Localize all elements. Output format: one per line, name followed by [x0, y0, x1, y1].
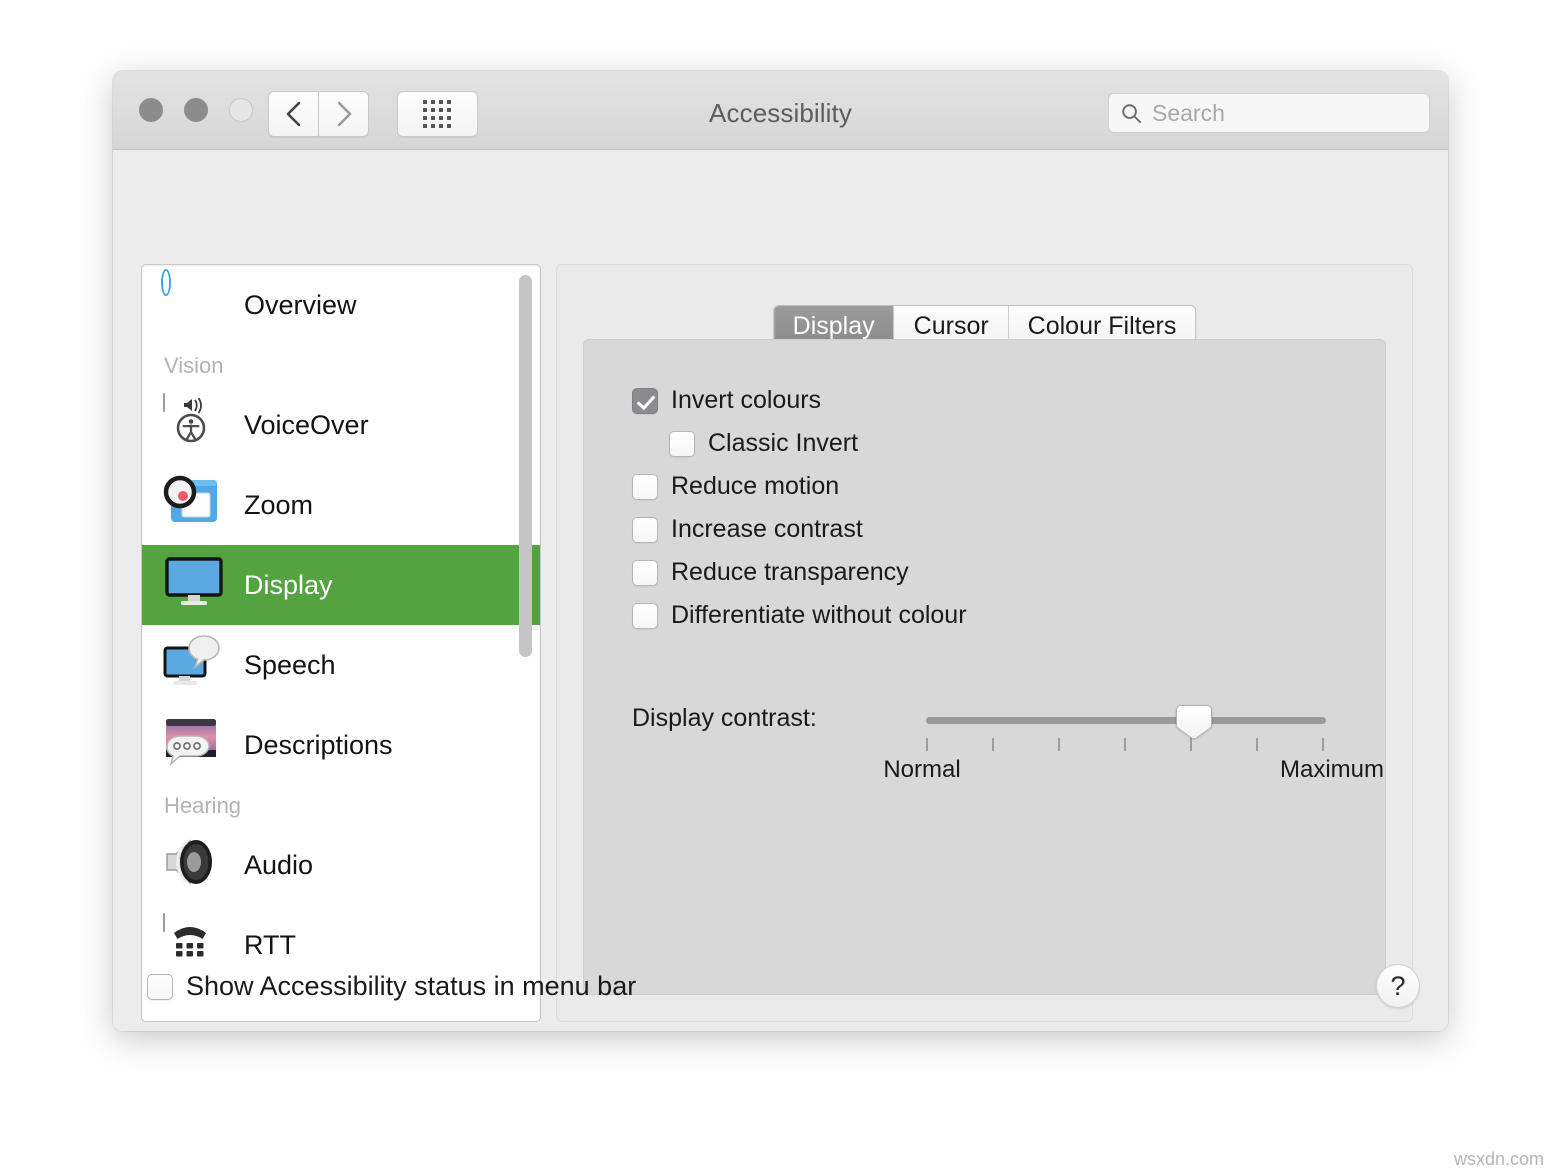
checkbox-classic-invert[interactable]: Classic Invert	[669, 429, 967, 458]
sidebar-scrollbar[interactable]	[517, 271, 534, 1015]
slider-track[interactable]	[926, 717, 1326, 724]
checkbox-box[interactable]	[632, 388, 658, 414]
watermark: wsxdn.com	[1454, 1149, 1544, 1170]
sidebar-item-label: Speech	[244, 650, 336, 681]
zoom-magnifier-icon	[163, 474, 225, 536]
slider-tick-marks	[926, 738, 1326, 752]
slider-max-label: Maximum	[1252, 756, 1412, 784]
speaker-icon	[163, 834, 225, 896]
display-contrast-label: Display contrast:	[632, 704, 817, 733]
sidebar-item-speech[interactable]: Speech	[142, 625, 540, 705]
checkbox-box[interactable]	[632, 603, 658, 629]
voiceover-speaker-icon	[163, 394, 225, 456]
window-content: Overview Vision	[113, 150, 1448, 1031]
checkbox-reduce-transparency[interactable]: Reduce transparency	[632, 558, 967, 587]
sidebar-item-zoom[interactable]: Zoom	[142, 465, 540, 545]
checkbox-box[interactable]	[669, 431, 695, 457]
speech-bubble-monitor-icon	[163, 634, 225, 696]
checkbox-show-accessibility-status[interactable]: Show Accessibility status in menu bar	[147, 971, 636, 1002]
sidebar-item-label: Overview	[244, 290, 357, 321]
sidebar-item-label: Display	[244, 570, 333, 601]
sidebar-item-audio[interactable]: Audio	[142, 825, 540, 905]
checkbox-label: Classic Invert	[708, 429, 858, 458]
slider-thumb[interactable]	[904, 702, 938, 742]
sidebar-item-label: VoiceOver	[244, 410, 369, 441]
checkbox-reduce-motion[interactable]: Reduce motion	[632, 472, 967, 501]
sidebar-item-label: Descriptions	[244, 730, 393, 761]
display-tab-panel: Invert colours Classic Invert Reduce mot…	[583, 339, 1386, 995]
sidebar-item-display[interactable]: Display	[142, 545, 540, 625]
sidebar-item-label: Zoom	[244, 490, 313, 521]
search-placeholder: Search	[1152, 100, 1225, 127]
search-icon	[1120, 102, 1143, 125]
sidebar-scrollbar-thumb[interactable]	[519, 275, 532, 657]
display-monitor-icon	[163, 554, 225, 616]
detail-pane: Display Cursor Colour Filters Invert col…	[556, 264, 1413, 1022]
sidebar-item-overview[interactable]: Overview	[142, 265, 540, 345]
system-preferences-window: Accessibility Search	[113, 71, 1448, 1031]
help-button[interactable]: ?	[1376, 964, 1420, 1008]
slider-min-label: Normal	[864, 756, 980, 784]
checkbox-invert-colours[interactable]: Invert colours	[632, 386, 967, 415]
checkbox-label: Increase contrast	[671, 515, 863, 544]
telephone-keypad-icon	[163, 914, 225, 976]
sidebar-item-label: RTT	[244, 930, 296, 961]
sidebar-section-vision: Vision	[142, 345, 540, 385]
checkbox-label: Reduce motion	[671, 472, 839, 501]
accessibility-feature-list: Overview Vision	[141, 264, 541, 1022]
checkbox-differentiate-without-colour[interactable]: Differentiate without colour	[632, 601, 967, 630]
checkbox-increase-contrast[interactable]: Increase contrast	[632, 515, 967, 544]
checkbox-box[interactable]	[147, 974, 173, 1000]
sidebar-item-voiceover[interactable]: VoiceOver	[142, 385, 540, 465]
window-titlebar: Accessibility Search	[113, 71, 1448, 150]
search-input[interactable]: Search	[1108, 93, 1430, 133]
sidebar-item-label: Audio	[244, 850, 313, 881]
checkbox-label: Reduce transparency	[671, 558, 909, 587]
question-mark-icon: ?	[1390, 971, 1405, 1002]
checkbox-label: Show Accessibility status in menu bar	[186, 971, 636, 1002]
display-options-group: Invert colours Classic Invert Reduce mot…	[632, 386, 967, 644]
checkbox-label: Invert colours	[671, 386, 821, 415]
accessibility-person-icon	[163, 274, 225, 336]
sidebar-item-descriptions[interactable]: Descriptions	[142, 705, 540, 785]
checkbox-box[interactable]	[632, 560, 658, 586]
checkbox-label: Differentiate without colour	[671, 601, 967, 630]
checkbox-box[interactable]	[632, 474, 658, 500]
sidebar-items: Overview Vision	[142, 265, 540, 1021]
sidebar-section-hearing: Hearing	[142, 785, 540, 825]
checkbox-box[interactable]	[632, 517, 658, 543]
descriptions-icon	[163, 714, 225, 776]
